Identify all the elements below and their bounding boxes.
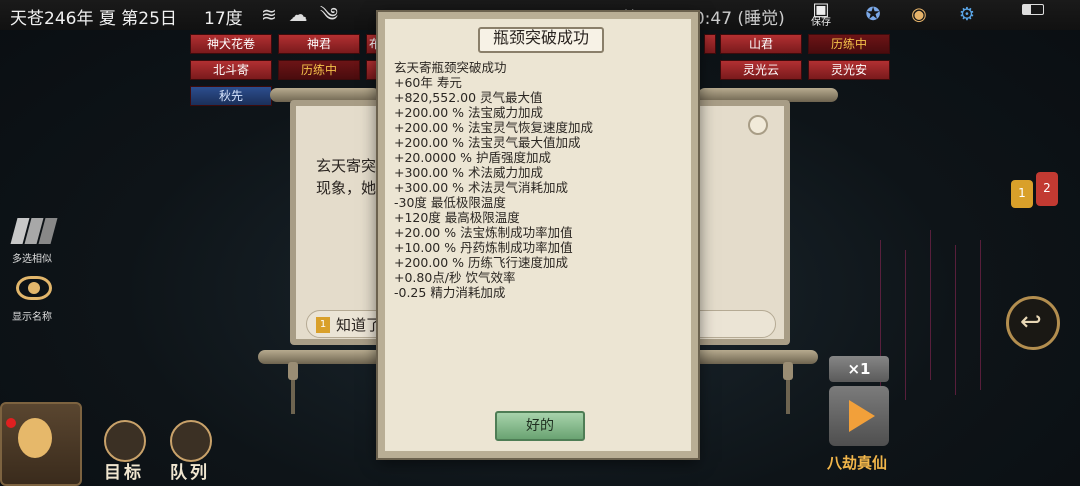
palette-button[interactable]: ◉ xyxy=(902,1,936,29)
effect-line: +200.00 % 法宝灵气最大值加成 xyxy=(394,135,581,150)
target-icon[interactable] xyxy=(104,420,146,462)
character-name-cell[interactable]: 秋先 xyxy=(190,86,272,106)
target-label[interactable]: 目标 xyxy=(104,458,144,483)
effect-line: +20.0000 % 护盾强度加成 xyxy=(394,150,551,165)
acknowledge-label: 知道了 xyxy=(336,316,382,334)
play-icon xyxy=(849,400,875,432)
character-name-cell[interactable]: 灵光云 xyxy=(720,60,802,80)
team-icon[interactable] xyxy=(170,420,212,462)
eye-icon[interactable] xyxy=(16,276,52,300)
cloud-icon: ☁ xyxy=(288,4,308,26)
background-stripe xyxy=(930,230,931,380)
game-date: 天苍246年 夏 第25日 xyxy=(10,9,177,29)
notification-badge[interactable]: 2 xyxy=(1036,172,1058,206)
wind-icon: ≋ xyxy=(261,4,277,26)
background-stripe xyxy=(980,240,981,390)
character-training-cell[interactable]: 历练中 xyxy=(278,60,360,80)
save-button[interactable]: ▣ 保存 xyxy=(804,1,838,29)
effect-line: +20.00 % 法宝炼制成功率加值 xyxy=(394,225,573,240)
gust-icon: ༄ xyxy=(319,4,339,26)
effect-line: +200.00 % 法宝威力加成 xyxy=(394,105,544,120)
popup-title: 瓶颈突破成功 xyxy=(492,28,589,47)
character-name-cell[interactable]: 灵光安 xyxy=(808,60,890,80)
undo-button[interactable]: ↩ xyxy=(1006,296,1060,350)
character-name-cell[interactable]: 北斗寄 xyxy=(190,60,272,80)
gear-icon: ⚙ xyxy=(958,4,976,25)
multi-select-label: 多选相似 xyxy=(12,254,52,265)
background-stripe xyxy=(905,250,906,400)
character-name-cell[interactable]: 山君 xyxy=(720,34,802,54)
gourd-inventory-button[interactable] xyxy=(0,402,82,486)
background-stripe xyxy=(955,245,956,395)
effect-line: +200.00 % 法宝灵气恢复速度加成 xyxy=(394,120,594,135)
ok-button[interactable]: 好的 xyxy=(495,411,585,441)
effect-line: +10.00 % 丹药炼制成功率加值 xyxy=(394,240,573,255)
effect-line: +300.00 % 术法灵气消耗加成 xyxy=(394,180,569,195)
settings-button[interactable]: ⚙ xyxy=(950,1,984,29)
avatar xyxy=(748,115,768,135)
character-name-cell[interactable]: 神君 xyxy=(278,34,360,54)
hotkey-badge: 1 xyxy=(316,317,330,333)
compass-icon: ✪ xyxy=(865,4,881,25)
show-names-label: 显示名称 xyxy=(12,312,52,323)
team-label[interactable]: 队列 xyxy=(170,458,210,483)
effect-line: +60年 寿元 xyxy=(394,75,462,90)
temperature: 17度 xyxy=(204,9,243,29)
effect-line: -30度 最低极限温度 xyxy=(394,195,506,210)
effect-line: +300.00 % 术法威力加成 xyxy=(394,165,544,180)
palette-icon: ◉ xyxy=(911,4,927,25)
notification-badge[interactable]: 1 xyxy=(1011,180,1033,208)
effect-line: 玄天寄瓶颈突破成功 xyxy=(394,60,507,75)
gourd-icon xyxy=(18,418,52,458)
effect-line: +200.00 % 历练飞行速度加成 xyxy=(394,255,569,270)
effect-line: +820,552.00 灵气最大值 xyxy=(394,90,543,105)
multi-select-button[interactable] xyxy=(10,218,58,248)
compass-button[interactable]: ✪ xyxy=(856,1,890,29)
effects-list: 玄天寄瓶颈突破成功 +60年 寿元 +820,552.00 灵气最大值 +200… xyxy=(394,60,690,300)
notification-dot xyxy=(6,418,16,428)
effect-line: +120度 最高极限温度 xyxy=(394,210,520,225)
tassel-decoration xyxy=(783,362,793,414)
calamity-label: 八劫真仙 xyxy=(827,454,888,472)
character-training-cell[interactable]: 历练中 xyxy=(808,34,890,54)
tassel-decoration xyxy=(288,362,298,414)
undo-icon: ↩ xyxy=(1020,307,1042,337)
character-name-cell[interactable]: 神犬花卷 xyxy=(190,34,272,54)
effect-line: +0.80点/秒 饮气效率 xyxy=(394,270,516,285)
character-name-cell[interactable] xyxy=(704,34,716,54)
effect-line: -0.25 精力消耗加成 xyxy=(394,285,506,300)
speed-button[interactable]: ×1 xyxy=(829,356,889,382)
save-icon: ▣ xyxy=(812,0,830,20)
battery-icon xyxy=(1022,4,1044,15)
